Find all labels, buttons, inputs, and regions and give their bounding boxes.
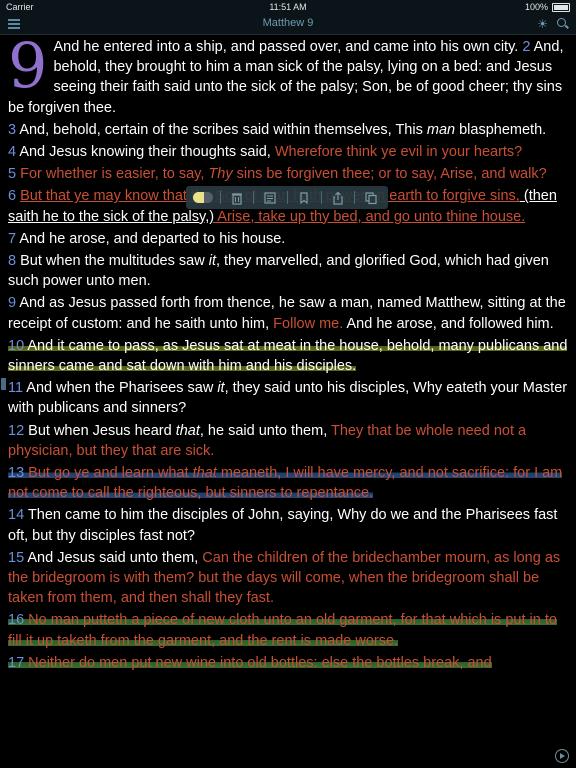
verse-9[interactable]: 9 And as Jesus passed forth from thence,… xyxy=(8,293,568,333)
verse-number: 9 xyxy=(8,295,17,312)
verse-13[interactable]: 13 But go ye and learn what that meaneth… xyxy=(8,463,568,503)
verse-12[interactable]: 12 But when Jesus heard that, he said un… xyxy=(8,421,568,461)
verse-text: And Jesus knowing their thoughts said, xyxy=(19,144,275,161)
verse-8[interactable]: 8 But when the multitudes saw it, they m… xyxy=(8,251,568,291)
verse-text-italic: it xyxy=(208,253,216,270)
verse-text-italic: it xyxy=(217,380,225,397)
battery-icon xyxy=(552,2,570,12)
verse-text: And, behold, certain of the scribes said… xyxy=(19,121,427,138)
verse-number: 4 xyxy=(8,144,17,161)
highlight-green: 17 Neither do men put new wine into old … xyxy=(8,654,492,671)
highlight-blue: 13 But go ye and learn what that meaneth… xyxy=(8,465,563,502)
words-of-christ: Follow me. xyxy=(273,315,344,332)
note-button[interactable] xyxy=(253,186,287,209)
search-icon[interactable] xyxy=(557,18,569,29)
words-of-christ: No man putteth a piece of new cloth unto… xyxy=(8,612,557,649)
words-of-christ: But go ye and learn what xyxy=(28,465,193,482)
play-audio-icon[interactable] xyxy=(555,749,569,763)
note-icon xyxy=(264,191,276,204)
verse-text-italic: man xyxy=(426,121,456,138)
verse-text: And he arose, and departed to his house. xyxy=(19,230,286,247)
verse-number: 15 xyxy=(8,549,25,566)
words-of-christ: Neither do men put new wine into old bot… xyxy=(28,654,492,671)
words-of-christ: For whether is easier, to say, xyxy=(20,166,209,183)
copy-icon xyxy=(365,191,377,204)
clock: 11:51 AM xyxy=(269,2,307,12)
verse-text: And Jesus said unto them, xyxy=(27,549,203,566)
chapter-text: 9 And he entered into a ship, and passed… xyxy=(8,29,568,675)
highlight-green: 16 No man putteth a piece of new cloth u… xyxy=(8,612,557,649)
verse-3[interactable]: 3 And, behold, certain of the scribes sa… xyxy=(8,120,568,140)
verse-text: And he entered into a ship, and passed o… xyxy=(53,39,519,55)
verse-4[interactable]: 4 And Jesus knowing their thoughts said,… xyxy=(8,142,568,162)
verse-number: 10 xyxy=(8,337,25,354)
verse-15[interactable]: 15 And Jesus said unto them, Can the chi… xyxy=(8,548,568,609)
verse-10[interactable]: 10 And it came to pass, as Jesus sat at … xyxy=(8,336,568,376)
highlight-toggle-icon xyxy=(192,192,213,203)
verse-number: 13 xyxy=(8,465,25,482)
verse-number: 2 xyxy=(522,39,531,55)
status-bar: Carrier 11:51 AM 100% xyxy=(0,0,576,14)
verse-7[interactable]: 7 And he arose, and departed to his hous… xyxy=(8,229,568,249)
words-of-christ-italic: that xyxy=(192,465,217,482)
verse-17[interactable]: 17 Neither do men put new wine into old … xyxy=(8,653,568,673)
verse-text: , he said unto them, xyxy=(199,422,331,439)
verse-number: 11 xyxy=(8,380,24,397)
verse-text: blasphemeth. xyxy=(455,121,547,138)
verse-number: 5 xyxy=(8,166,17,183)
battery-percent: 100% xyxy=(524,2,548,12)
verse-number: 16 xyxy=(8,612,25,629)
verse-number: 17 xyxy=(8,654,25,671)
verse-5[interactable]: 5 For whether is easier, to say, Thy sin… xyxy=(8,164,568,184)
words-of-christ: Wherefore think ye evil in your hearts? xyxy=(274,144,523,161)
brightness-icon[interactable]: ☀ xyxy=(537,17,548,31)
page-title[interactable]: Matthew 9 xyxy=(0,17,576,29)
margin-note-icon[interactable] xyxy=(1,378,6,390)
highlight-yellow: 10 And it came to pass, as Jesus sat at … xyxy=(8,337,568,375)
selection-toolbar xyxy=(186,186,388,209)
verse-text: And it came to pass, as Jesus sat at mea… xyxy=(8,337,568,375)
verse-text: And he arose, and followed him. xyxy=(343,315,554,332)
verse-number: 3 xyxy=(8,121,17,138)
bookmark-button[interactable] xyxy=(287,186,321,209)
verse-number: 14 xyxy=(8,507,25,524)
verse-text-italic: that xyxy=(175,422,200,439)
copy-button[interactable] xyxy=(354,186,388,209)
share-icon xyxy=(332,191,343,205)
verse-number: 7 xyxy=(8,230,17,247)
verse-text: And when the Pharisees saw xyxy=(26,380,218,397)
verse-text: Then came to him the disciples of John, … xyxy=(8,507,558,544)
share-button[interactable] xyxy=(320,186,355,209)
words-of-christ-underlined: Arise, take up thy bed, and go unto thin… xyxy=(214,208,526,225)
delete-button[interactable] xyxy=(219,186,254,209)
verse-text: But when the multitudes saw xyxy=(20,253,209,270)
chapter-number-dropcap: 9 xyxy=(8,29,48,102)
verse-number: 12 xyxy=(8,422,25,439)
verse-1[interactable]: And he entered into a ship, and passed o… xyxy=(8,37,568,118)
verse-number: 8 xyxy=(8,253,17,270)
words-of-christ: sins be forgiven thee; or to say, Arise,… xyxy=(232,166,547,183)
words-of-christ-italic: Thy xyxy=(208,166,233,183)
verse-number: 6 xyxy=(8,188,17,205)
trash-icon xyxy=(231,192,242,205)
verse-16[interactable]: 16 No man putteth a piece of new cloth u… xyxy=(8,610,568,650)
highlight-toggle-button[interactable] xyxy=(186,186,220,209)
nav-bar: Matthew 9 ☀ xyxy=(0,14,576,35)
verse-11[interactable]: 11 And when the Pharisees saw it, they s… xyxy=(8,378,568,418)
battery-indicator: 100% xyxy=(525,2,570,12)
verse-text: But when Jesus heard xyxy=(28,422,176,439)
verse-14[interactable]: 14 Then came to him the disciples of Joh… xyxy=(8,505,568,545)
bookmark-icon xyxy=(300,191,308,204)
